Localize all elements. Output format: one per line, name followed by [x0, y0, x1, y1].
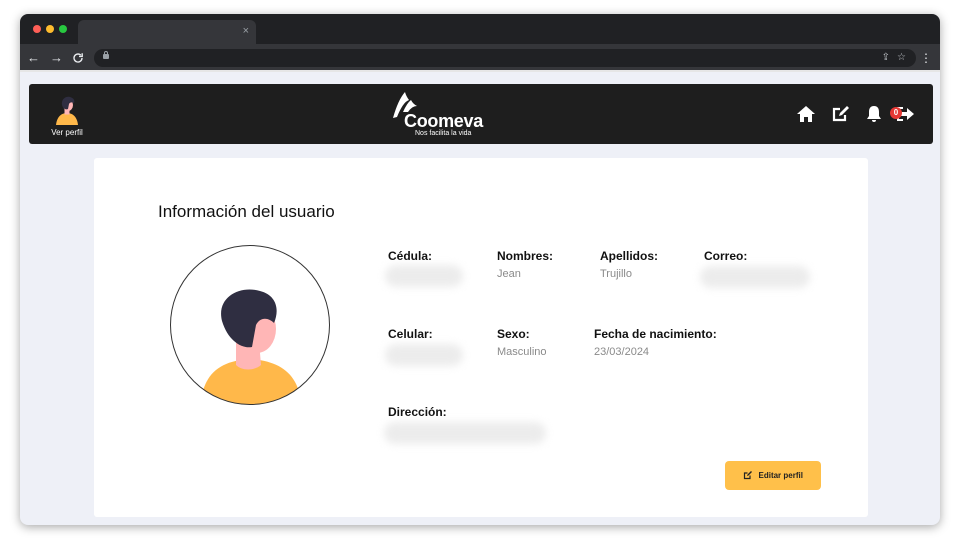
close-window-button[interactable] [33, 25, 41, 33]
nombres-label: Nombres: [497, 249, 554, 263]
fecha-nacimiento-label: Fecha de nacimiento: [594, 327, 717, 341]
back-icon[interactable]: ← [27, 49, 40, 67]
user-info-card: Información del usuario Cédula: Nombres:… [94, 158, 868, 517]
correo-redacted [700, 266, 810, 288]
page-title: Información del usuario [158, 202, 335, 221]
share-icon[interactable]: ⇪ [882, 50, 890, 66]
direccion-label: Dirección: [388, 405, 447, 419]
edit-profile-label: Editar perfil [758, 471, 803, 480]
profile-link[interactable]: Ver perfil [47, 94, 87, 140]
celular-label: Celular: [388, 327, 433, 341]
nombres-value: Jean [497, 268, 521, 280]
browser-toolbar: ← → ⇪ ☆ ⋮ [20, 44, 940, 72]
edit-icon[interactable] [831, 104, 851, 124]
bell-icon[interactable] [864, 104, 884, 124]
cedula-label: Cédula: [388, 249, 433, 263]
browser-tab[interactable]: × [78, 20, 256, 44]
avatar-icon [56, 96, 78, 125]
direccion-redacted [384, 422, 546, 444]
reload-icon[interactable] [72, 49, 84, 69]
browser-window: × ← → ⇪ ☆ ⋮ Ver perfil Coomeva Nos facil… [20, 14, 940, 525]
page-load-line [20, 70, 940, 72]
bookmark-star-icon[interactable]: ☆ [897, 50, 906, 66]
sexo-label: Sexo: [497, 327, 530, 341]
forward-icon[interactable]: → [50, 49, 63, 67]
fecha-nacimiento-value: 23/03/2024 [594, 346, 650, 358]
user-avatar [170, 245, 330, 405]
home-icon[interactable] [796, 104, 816, 124]
browser-menu-icon[interactable]: ⋮ [920, 49, 932, 67]
lock-icon [103, 51, 109, 59]
sexo-value: Masculino [497, 346, 547, 358]
tab-close-icon[interactable]: × [243, 24, 249, 38]
notification-badge: 0 [890, 107, 902, 119]
profile-label: Ver perfil [51, 128, 83, 137]
logo-tagline: Nos facilita la vida [415, 130, 472, 137]
browser-titlebar: × [20, 14, 940, 44]
app-header: Ver perfil Coomeva Nos facilita la vida … [29, 84, 933, 144]
correo-label: Correo: [704, 249, 748, 263]
apellidos-label: Apellidos: [600, 249, 659, 263]
minimize-window-button[interactable] [46, 25, 54, 33]
coomeva-logo[interactable]: Coomeva Nos facilita la vida [390, 90, 483, 137]
celular-redacted [385, 344, 463, 366]
edit-icon [743, 470, 753, 479]
maximize-window-button[interactable] [59, 25, 67, 33]
apellidos-value: Trujillo [600, 268, 632, 280]
edit-profile-button[interactable]: Editar perfil [725, 461, 821, 490]
cedula-redacted [385, 265, 463, 287]
logo-brand: Coomeva [404, 111, 483, 131]
address-bar[interactable]: ⇪ ☆ [94, 49, 916, 67]
